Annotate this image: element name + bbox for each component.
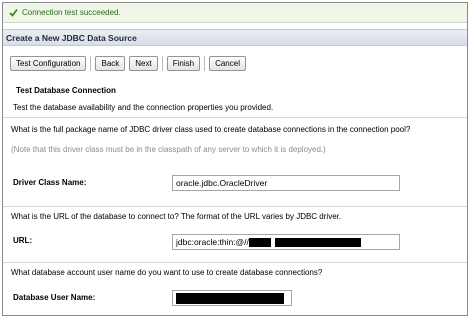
toolbar-separator [90,56,92,71]
back-button[interactable]: Back [95,56,126,71]
db-user-input[interactable] [172,290,292,306]
toolbar-separator [161,56,163,71]
jdbc-data-source-panel: Connection test succeeded. Create a New … [2,2,468,316]
redacted-block [274,237,361,247]
next-button[interactable]: Next [129,56,158,71]
redacted-block [248,237,271,247]
cancel-button[interactable]: Cancel [209,56,246,71]
driver-class-value: oracle.jdbc.OracleDriver [176,178,268,188]
url-input[interactable]: jdbc:oracle:thin:@// [172,234,400,250]
finish-button[interactable]: Finish [166,56,201,71]
status-message: Connection test succeeded. [22,8,121,17]
divider [3,206,467,207]
check-icon [9,8,18,17]
toolbar-separator [204,56,206,71]
driver-class-input[interactable]: oracle.jdbc.OracleDriver [172,175,400,191]
wizard-toolbar: Test Configuration Back Next Finish Canc… [10,55,250,72]
section-description: Test the database availability and the c… [13,103,274,112]
driver-question: What is the full package name of JDBC dr… [11,125,411,134]
divider [3,262,467,263]
status-message-bar: Connection test succeeded. [3,3,467,23]
page-title: Create a New JDBC Data Source [6,32,137,43]
test-configuration-button[interactable]: Test Configuration [10,56,87,71]
url-value: jdbc:oracle:thin:@// [176,237,249,247]
page-title-bar: Create a New JDBC Data Source [3,29,467,46]
driver-class-label: Driver Class Name: [13,178,87,187]
url-label: URL: [13,236,33,245]
user-question: What database account user name do you w… [11,268,323,277]
driver-note: (Note that this driver class must be in … [11,145,326,154]
db-user-label: Database User Name: [13,293,96,302]
url-question: What is the URL of the database to conne… [11,212,342,221]
redacted-block [176,292,284,304]
section-title: Test Database Connection [16,86,116,95]
divider [3,117,467,118]
